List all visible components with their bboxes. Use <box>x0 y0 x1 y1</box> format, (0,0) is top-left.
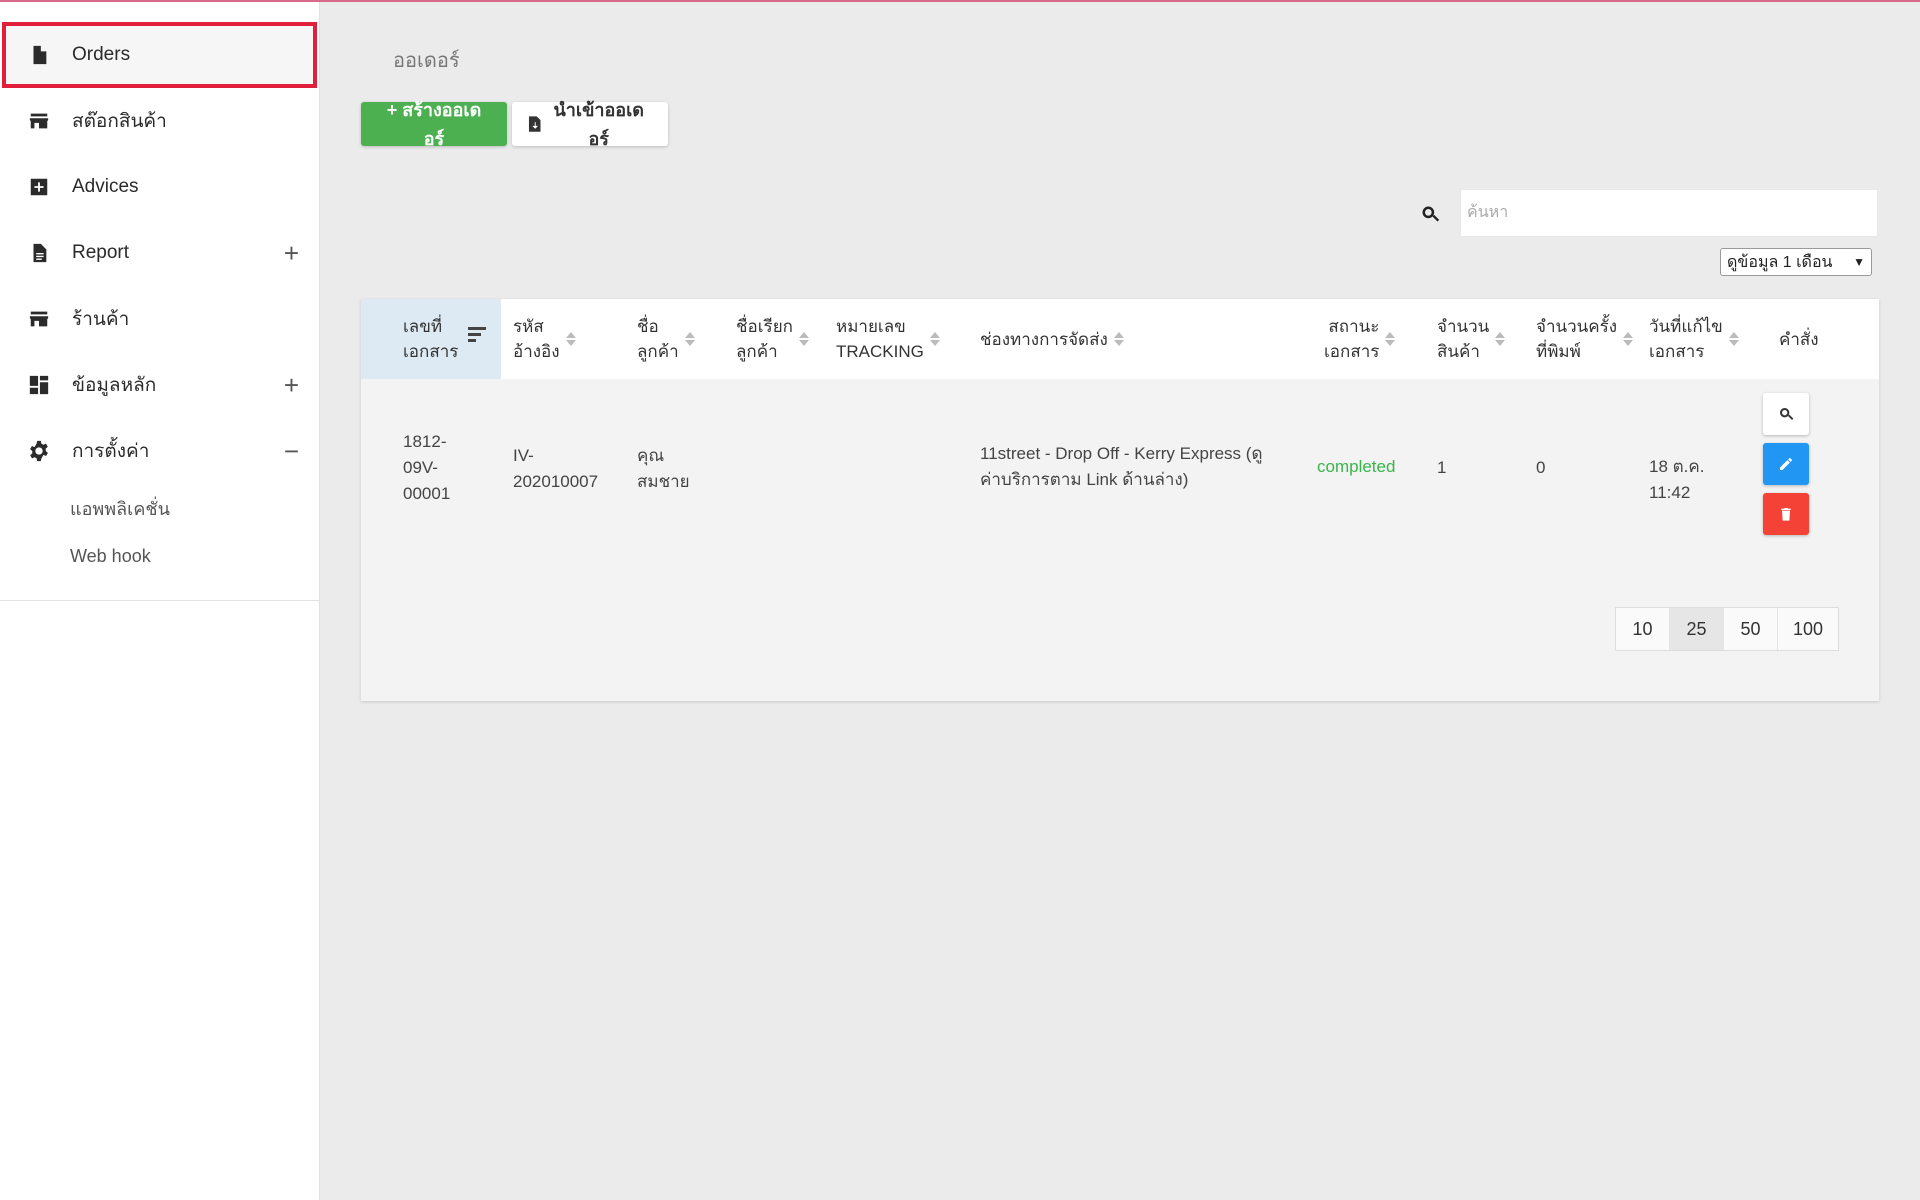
sidebar-item-label: ข้อมูลหลัก <box>72 375 157 396</box>
page-size-100[interactable]: 100 <box>1778 608 1838 650</box>
expand-plus-icon[interactable]: + <box>284 372 299 398</box>
cell-modified: 18 ต.ค. 11:42 <box>1649 457 1705 502</box>
sidebar-item-settings[interactable]: การตั้งค่า − <box>0 418 319 484</box>
sidebar-item-master-data[interactable]: ข้อมูลหลัก + <box>0 352 319 418</box>
sidebar-item-stock[interactable]: สต๊อกสินค้า <box>0 88 319 154</box>
sidebar-item-orders[interactable]: Orders <box>2 22 317 88</box>
cell-shipping: 11street - Drop Off - Kerry Express (ดู … <box>980 444 1263 489</box>
column-header-quantity[interactable]: จำนวน สินค้า <box>1437 299 1527 379</box>
sort-icon <box>1728 332 1739 346</box>
edit-order-button[interactable] <box>1763 443 1809 485</box>
delete-order-button[interactable] <box>1763 493 1809 535</box>
column-header-shipping[interactable]: ช่องทางการจัดส่ง <box>980 299 1180 379</box>
collapse-minus-icon[interactable]: − <box>284 438 299 464</box>
sort-icon <box>1495 332 1506 346</box>
cell-ref-code: IV- 202010007 <box>513 446 599 491</box>
sidebar-item-label: ร้านค้า <box>72 309 130 330</box>
column-header-actions: คำสั่ง <box>1779 329 1819 349</box>
pencil-icon <box>1780 458 1792 470</box>
sidebar-item-label: Orders <box>72 44 131 65</box>
dashboard-icon <box>28 374 50 396</box>
page-size-50[interactable]: 50 <box>1724 608 1778 650</box>
create-order-button[interactable]: + สร้างออเดอร์ <box>361 100 507 149</box>
expand-plus-icon[interactable]: + <box>284 240 299 266</box>
sidebar-item-shop[interactable]: ร้านค้า <box>0 286 319 352</box>
document-icon <box>28 44 50 66</box>
view-order-button[interactable] <box>1763 393 1809 435</box>
sort-icon <box>1113 332 1124 346</box>
column-header-nickname[interactable]: ชื่อเรียก ลูกค้า <box>736 299 826 379</box>
import-order-label: นำเข้าออเดอร์ <box>553 100 644 149</box>
page-size-selector: 10 25 50 100 <box>1615 607 1839 651</box>
cell-customer: คุณ สมชาย <box>637 446 690 491</box>
sidebar-item-report[interactable]: Report + <box>0 220 319 286</box>
gear-icon <box>28 440 50 462</box>
orders-table: เลขที่ เอกสาร รหัส อ้างอิง ชื่อ ลูกค้า ช… <box>361 299 1879 701</box>
sort-desc-icon <box>468 326 487 342</box>
table-header: เลขที่ เอกสาร รหัส อ้างอิง ชื่อ ลูกค้า ช… <box>361 299 1879 379</box>
sidebar-item-label: การตั้งค่า <box>72 441 150 462</box>
column-header-doc-no[interactable]: เลขที่ เอกสาร <box>361 299 501 379</box>
file-import-icon <box>528 116 541 132</box>
sidebar-subitem-application[interactable]: แอพพลิเคชั่น <box>0 484 319 532</box>
search-input[interactable] <box>1460 189 1878 237</box>
sort-icon <box>798 332 809 346</box>
page-title: ออเดอร์ <box>393 50 460 72</box>
date-range-value: ดูข้อมูล 1 เดือน <box>1727 253 1833 271</box>
cell-quantity: 1 <box>1437 458 1447 477</box>
report-icon <box>28 242 50 264</box>
cell-doc-no: 1812- 09V- 00001 <box>403 432 451 503</box>
sidebar-subitem-webhook[interactable]: Web hook <box>0 532 319 580</box>
column-header-modified[interactable]: วันที่แก้ไข เอกสาร <box>1649 299 1759 379</box>
sidebar-item-advices[interactable]: Advices <box>0 154 319 220</box>
caret-down-icon: ▼ <box>1853 255 1865 269</box>
sort-icon <box>565 332 576 346</box>
store-icon <box>28 110 50 132</box>
column-header-status[interactable]: สถานะ เอกสาร <box>1324 299 1414 379</box>
column-header-tracking[interactable]: หมายเลข TRACKING <box>836 299 966 379</box>
search-icon <box>1780 408 1794 420</box>
status-badge: completed <box>1317 457 1396 476</box>
page-size-25[interactable]: 25 <box>1670 608 1724 650</box>
sort-icon <box>929 332 940 346</box>
sort-icon <box>1385 332 1396 346</box>
sort-icon <box>684 332 695 346</box>
plus-box-icon <box>28 176 50 198</box>
column-header-customer[interactable]: ชื่อ ลูกค้า <box>637 299 727 379</box>
column-header-ref-code[interactable]: รหัส อ้างอิง <box>513 299 623 379</box>
search-icon <box>1420 204 1442 226</box>
date-range-select[interactable]: ดูข้อมูล 1 เดือน ▼ <box>1720 248 1872 276</box>
sidebar-nav: Orders สต๊อกสินค้า Advices Report + ร้าน… <box>0 0 319 601</box>
import-order-button[interactable]: นำเข้าออเดอร์ <box>512 100 668 149</box>
store-icon <box>28 308 50 330</box>
sort-icon <box>1623 332 1634 346</box>
cell-print-count: 0 <box>1536 458 1546 477</box>
trash-icon <box>1781 508 1791 521</box>
top-accent-line <box>0 0 1920 2</box>
sidebar-item-label: Advices <box>72 176 139 197</box>
sidebar-item-label: สต๊อกสินค้า <box>72 111 167 132</box>
column-header-print-count[interactable]: จำนวนครั้ง ที่พิมพ์ <box>1536 299 1646 379</box>
sidebar-item-label: Report <box>72 242 130 263</box>
page-size-10[interactable]: 10 <box>1616 608 1670 650</box>
sidebar: Orders สต๊อกสินค้า Advices Report + ร้าน… <box>0 0 320 1200</box>
